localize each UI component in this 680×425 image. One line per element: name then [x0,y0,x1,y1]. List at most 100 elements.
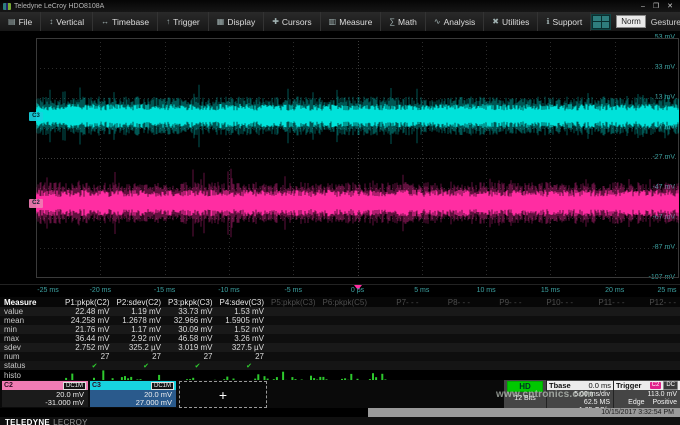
cursors-icon: ✚ [272,17,279,26]
support-icon: ℹ [546,17,549,26]
measure-table: MeasureP1:pkpk(C2)P2:sdev(C2)P3:pkpk(C3)… [0,297,680,380]
menu-measure[interactable]: ▥Measure [321,12,382,31]
timestamp: 10/15/2017 3:32:54 PM [368,408,680,417]
menu-measure-label: Measure [339,17,372,27]
menu-file[interactable]: ▤File [0,12,41,31]
measure-header-p9[interactable]: P9- - - [474,298,526,307]
measure-header-p12[interactable]: P12- - - [629,298,680,307]
waveform-display[interactable]: 53 mV33 mV13 mV-7 mV-27 mV-47 mV-67 mV-8… [0,32,680,284]
trigger-level: 113.0 mV [614,391,677,399]
math-icon: ∑ [389,17,395,26]
timebase-descriptor[interactable]: Tbase 0.0 ms 5.00 ms/div 62.5 MS 1.25 GS… [546,380,613,408]
t-axis-label: 10 ms [477,287,496,294]
c2-offset: -31.000 mV [2,399,84,407]
measure-mean-p3: 32.966 mV [165,316,217,325]
minimize-button[interactable]: – [641,3,645,10]
c3-offset: 27.000 mV [90,399,172,407]
timebase-icon: ↔ [101,17,109,26]
hd-mode-badge: HD [507,381,543,392]
trigger-source-badge: C2 [650,382,662,389]
brand-lecroy: LECROY [53,418,88,425]
measure-icon: ▥ [329,17,337,26]
measure-row-label: status [0,361,62,370]
status-strip: 10/15/2017 3:32:54 PM [0,408,680,417]
measure-header-p1[interactable]: P1:pkpk(C2) [62,298,114,307]
t-axis-label: 0 ps [351,287,364,294]
trigger-mode-norm-button[interactable]: Norm [616,15,646,28]
measure-header-p6[interactable]: P6:pkpk(C5) [320,298,372,307]
c2-coupling-badge: DC1M [63,382,86,390]
measure-status-p4: ✔ [217,362,269,370]
menu-support-label: Support [552,17,582,27]
bottom-bar: TELEDYNE LECROY [0,417,680,425]
app-icon [3,3,11,10]
menu-file-label: File [19,17,33,27]
measure-num-p2: 27 [114,352,166,361]
menu-display[interactable]: ▦Display [209,12,264,31]
measure-num-p4: 27 [217,352,269,361]
measure-sdev-p4: 327.5 µV [217,343,269,352]
channel-descriptor-c2[interactable]: C2 DC1M 20.0 mV -31.000 mV [2,381,88,407]
measure-min-p1: 21.76 mV [62,325,114,334]
measure-min-p3: 30.09 mV [165,325,217,334]
acquisition-descriptor[interactable]: HD 12 Bits [504,380,546,408]
measure-header-p8[interactable]: P8- - - [423,298,475,307]
menu-math[interactable]: ∑Math [381,12,426,31]
measure-value-p1: 22.48 mV [62,307,114,316]
measure-header-p10[interactable]: P10- - - [526,298,578,307]
c3-coupling-badge: DC1M [151,382,174,390]
trace-tag-c2[interactable]: C2 [29,199,43,208]
t-axis-label: -25 ms [37,287,58,294]
menu-trigger-label: Trigger [173,17,200,27]
measure-value-p4: 1.53 mV [217,307,269,316]
t-axis-label: -20 ms [90,287,111,294]
trace-tag-c3[interactable]: C3 [29,112,43,121]
measure-header-p2[interactable]: P2:sdev(C2) [114,298,166,307]
menu-cursors-label: Cursors [282,17,312,27]
timebase-delay: 0.0 ms [588,381,611,390]
measure-num-p3: 27 [165,352,217,361]
trigger-type: Edge [628,399,644,407]
measure-status-p3: ✔ [165,362,217,370]
vertical-icon: ↕ [49,17,53,26]
measure-row-label: max [0,334,62,343]
measure-min-p4: 1.52 mV [217,325,269,334]
measure-table-title: Measure [0,298,62,307]
menu-timebase-label: Timebase [112,17,149,27]
measure-header-p11[interactable]: P11- - - [577,298,629,307]
menu-trigger[interactable]: ↑Trigger [158,12,209,31]
grid-layout-button[interactable] [591,14,611,30]
menu-cursors[interactable]: ✚Cursors [264,12,320,31]
time-axis: -25 ms-20 ms-15 ms-10 ms-5 ms0 ps5 ms10 … [0,284,680,297]
menu-utilities[interactable]: ✖Utilities [484,12,538,31]
trigger-descriptor[interactable]: Trigger C2 DC 113.0 mV Edge Positive [613,380,680,408]
t-axis-label: 5 ms [414,287,429,294]
brand-teledyne: TELEDYNE [5,418,50,425]
measure-value-p3: 33.73 mV [165,307,217,316]
menu-support[interactable]: ℹSupport [538,12,591,31]
measure-header-p5[interactable]: P5:pkpk(C3) [268,298,320,307]
t-axis-label: 15 ms [541,287,560,294]
measure-header-p4[interactable]: P4:sdev(C3) [217,298,269,307]
menu-math-label: Math [398,17,417,27]
channel-descriptor-c3[interactable]: C3 DC1M 20.0 mV 27.000 mV [90,381,176,407]
measure-row-label: num [0,352,62,361]
measure-row-label: histo [4,371,21,380]
measure-value-p2: 1.19 mV [114,307,166,316]
maximize-button[interactable]: ❐ [653,2,659,10]
measure-mean-p1: 24.258 mV [62,316,114,325]
menu-utilities-label: Utilities [502,17,529,27]
menu-timebase[interactable]: ↔Timebase [93,12,158,31]
menu-vertical[interactable]: ↕Vertical [41,12,93,31]
add-channel-button[interactable]: + [179,381,267,408]
title-bar: Teledyne LeCroy HDO8108A – ❐ ✕ [0,0,680,12]
gesture-label[interactable]: Gesture [651,17,680,27]
menu-vertical-label: Vertical [56,17,84,27]
trigger-icon: ↑ [166,17,170,26]
menu-analysis[interactable]: ∿Analysis [426,12,484,31]
window-title: Teledyne LeCroy HDO8108A [14,3,104,10]
measure-header-p7[interactable]: P7- - - [371,298,423,307]
menu-bar: ▤File↕Vertical↔Timebase↑Trigger▦Display✚… [0,12,680,32]
measure-header-p3[interactable]: P3:pkpk(C3) [165,298,217,307]
close-button[interactable]: ✕ [667,2,673,10]
